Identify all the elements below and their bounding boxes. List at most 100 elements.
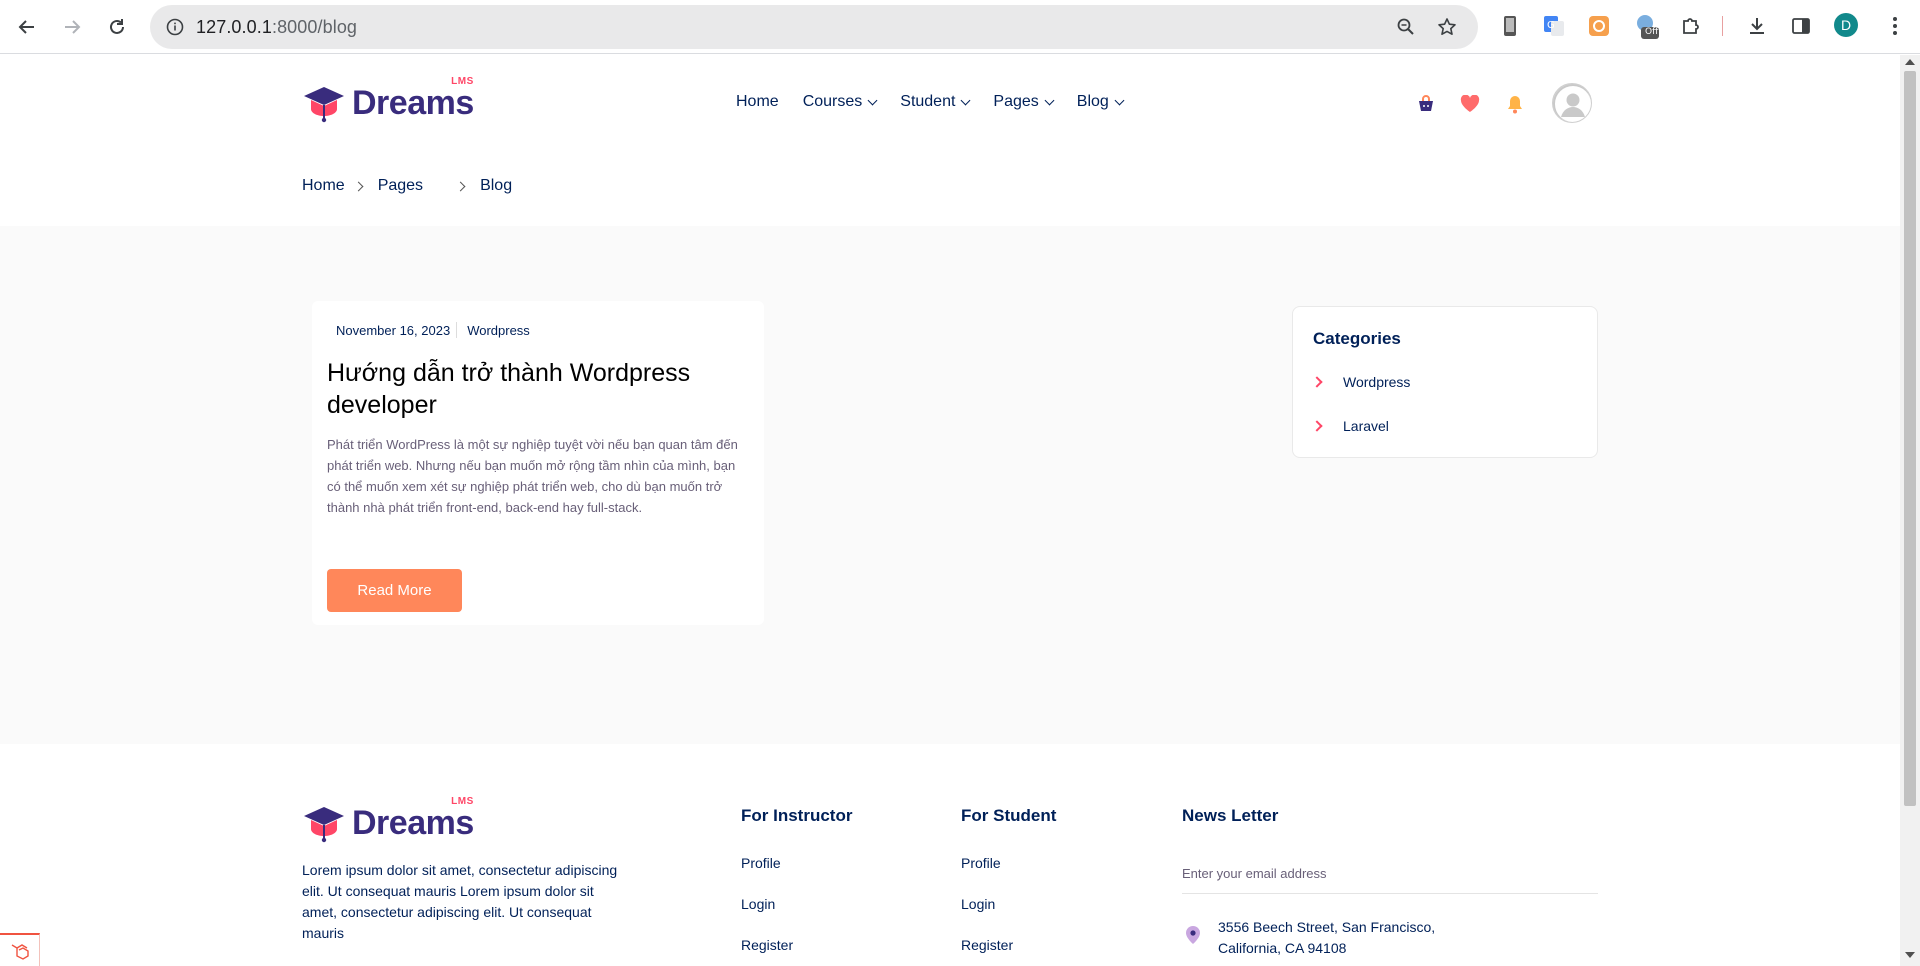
chevron-right-icon xyxy=(1311,376,1323,388)
nav-student-label: Student xyxy=(900,93,956,110)
google-translate-icon[interactable]: G xyxy=(1541,13,1567,39)
reload-icon xyxy=(110,19,124,34)
address-line-2: California, CA 94108 xyxy=(1218,940,1347,956)
chevron-right-icon xyxy=(1311,420,1323,432)
url-host: 127.0.0.1 xyxy=(196,17,272,37)
url-text[interactable]: 127.0.0.1:8000/blog xyxy=(196,17,357,38)
extension-orange-icon[interactable] xyxy=(1586,13,1612,39)
forward-button[interactable] xyxy=(55,10,89,44)
chevron-right-icon xyxy=(455,181,466,191)
categories-widget: Categories Wordpress Laravel xyxy=(1292,306,1598,458)
scrollbar-thumb[interactable] xyxy=(1904,71,1916,806)
logo-wordmark: Dreams LMS xyxy=(352,76,474,123)
forward-arrow-icon xyxy=(65,20,81,34)
breadcrumb-home[interactable]: Home xyxy=(302,177,345,195)
post-meta: November 16, 2023 Wordpress xyxy=(336,322,530,338)
graduation-cap-icon xyxy=(304,806,344,842)
extension-off-badge: Off xyxy=(1645,27,1659,37)
reload-button[interactable] xyxy=(100,10,134,44)
extensions-puzzle-icon[interactable] xyxy=(1678,13,1704,39)
nav-courses[interactable]: Courses xyxy=(803,93,878,111)
category-item[interactable]: Laravel xyxy=(1311,418,1389,434)
breadcrumb: Home Pages Blog xyxy=(302,177,512,195)
nav-student[interactable]: Student xyxy=(900,93,971,111)
page-scrollbar[interactable] xyxy=(1900,55,1920,966)
instructor-login-link[interactable]: Login xyxy=(741,896,775,912)
post-category[interactable]: Wordpress xyxy=(467,323,530,338)
side-panel-icon[interactable] xyxy=(1788,13,1814,39)
toolbar-separator xyxy=(1722,16,1723,36)
post-title[interactable]: Hướng dẫn trở thành Wordpress developer xyxy=(327,357,737,421)
extension-off-icon[interactable]: Off xyxy=(1634,13,1660,39)
newsletter-email-input[interactable] xyxy=(1182,854,1598,894)
web-page: Dreams LMS Home Courses Student Pages Bl… xyxy=(0,55,1900,966)
breadcrumb-pages[interactable]: Pages xyxy=(378,177,423,195)
main-nav: Home Courses Student Pages Blog xyxy=(736,93,1145,111)
extension-phone-icon[interactable] xyxy=(1497,13,1523,39)
notification-bell-icon[interactable] xyxy=(1504,93,1526,115)
post-date: November 16, 2023 xyxy=(336,322,451,338)
debugbar-toggle[interactable] xyxy=(0,933,40,966)
instructor-register-link[interactable]: Register xyxy=(741,937,793,953)
user-avatar[interactable] xyxy=(1552,83,1592,123)
content-section xyxy=(0,226,1900,744)
chevron-right-icon xyxy=(353,181,364,191)
logo-text: Dreams xyxy=(352,84,474,122)
browser-toolbar: 127.0.0.1:8000/blog G Off D xyxy=(0,0,1920,54)
chevron-down-icon xyxy=(1044,95,1055,105)
wishlist-heart-icon[interactable] xyxy=(1459,93,1481,115)
bookmark-star-icon[interactable] xyxy=(1435,15,1459,39)
svg-text:G: G xyxy=(1547,20,1555,31)
nav-home[interactable]: Home xyxy=(736,93,779,111)
instructor-profile-link[interactable]: Profile xyxy=(741,855,781,871)
student-register-link[interactable]: Register xyxy=(961,937,1013,953)
student-profile-link[interactable]: Profile xyxy=(961,855,1001,871)
scroll-down-arrow-icon[interactable] xyxy=(1905,952,1915,958)
chevron-down-icon xyxy=(867,95,878,105)
footer-student-title: For Student xyxy=(961,806,1057,825)
graduation-cap-icon xyxy=(304,86,344,122)
laravel-logo-icon xyxy=(11,943,29,960)
breadcrumb-current: Blog xyxy=(480,177,513,194)
address-line-1: 3556 Beech Street, San Francisco, xyxy=(1218,919,1436,935)
footer-newsletter-title: News Letter xyxy=(1182,806,1279,825)
footer-logo[interactable]: Dreams LMS xyxy=(302,796,474,843)
location-pin-icon xyxy=(1186,926,1200,944)
category-label: Laravel xyxy=(1343,418,1389,434)
categories-title: Categories xyxy=(1313,329,1401,348)
nav-blog-label: Blog xyxy=(1076,93,1109,110)
category-item[interactable]: Wordpress xyxy=(1311,374,1411,390)
scroll-up-arrow-icon[interactable] xyxy=(1905,59,1915,65)
nav-pages-label: Pages xyxy=(993,93,1039,110)
site-logo[interactable]: Dreams LMS xyxy=(302,76,474,123)
nav-blog[interactable]: Blog xyxy=(1076,93,1125,111)
user-icon xyxy=(1553,84,1591,122)
nav-pages[interactable]: Pages xyxy=(993,93,1055,111)
footer-logo-badge: LMS xyxy=(451,796,474,807)
browser-menu-icon[interactable] xyxy=(1882,13,1908,39)
logo-badge: LMS xyxy=(451,76,474,87)
profile-avatar[interactable]: D xyxy=(1834,13,1858,37)
nav-home-label: Home xyxy=(736,93,779,110)
read-more-button[interactable]: Read More xyxy=(327,569,462,612)
meta-divider xyxy=(456,322,458,338)
cart-icon[interactable] xyxy=(1415,93,1437,115)
post-excerpt: Phát triển WordPress là một sự nghiệp tu… xyxy=(327,437,738,515)
chevron-down-icon xyxy=(960,95,971,105)
back-button[interactable] xyxy=(10,10,44,44)
footer-address: 3556 Beech Street, San Francisco, Califo… xyxy=(1218,917,1435,959)
back-arrow-icon xyxy=(18,20,34,34)
blog-post-card: November 16, 2023 Wordpress Hướng dẫn tr… xyxy=(312,301,764,625)
footer-logo-text: Dreams xyxy=(352,804,474,842)
footer-instructor-title: For Instructor xyxy=(741,806,853,825)
student-login-link[interactable]: Login xyxy=(961,896,995,912)
site-info-icon[interactable] xyxy=(160,12,190,42)
address-bar[interactable]: 127.0.0.1:8000/blog xyxy=(150,5,1478,49)
zoom-icon[interactable] xyxy=(1394,15,1418,39)
category-label: Wordpress xyxy=(1343,374,1411,390)
url-path: :8000/blog xyxy=(271,17,358,37)
profile-initial: D xyxy=(1840,17,1852,33)
download-icon[interactable] xyxy=(1744,13,1770,39)
footer-logo-wordmark: Dreams LMS xyxy=(352,796,474,843)
chevron-down-icon xyxy=(1114,95,1125,105)
